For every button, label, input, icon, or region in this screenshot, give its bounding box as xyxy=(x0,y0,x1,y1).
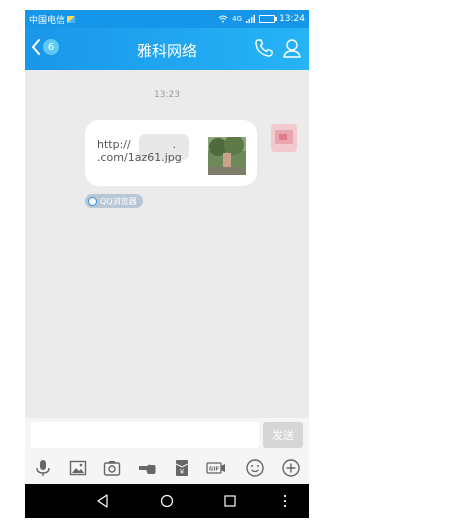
menu-dots-icon[interactable] xyxy=(277,493,293,509)
message-timestamp: 13:23 xyxy=(154,90,180,100)
input-area: 发送 xyxy=(25,418,309,452)
red-packet-icon[interactable]: ¥ xyxy=(172,458,192,478)
signal-label: 4G xyxy=(232,15,243,23)
source-app-label: QQ浏览器 xyxy=(100,196,137,206)
camera-icon[interactable] xyxy=(102,458,122,478)
phone-icon[interactable] xyxy=(253,37,275,59)
gif-icon[interactable]: GIF xyxy=(206,458,226,478)
home-circle-icon[interactable] xyxy=(159,493,175,509)
battery-icon xyxy=(259,15,278,23)
message-link-text[interactable]: http:// . .com/1az61.jpg xyxy=(97,138,182,164)
image-icon[interactable] xyxy=(68,458,88,478)
notification-icon xyxy=(67,15,76,23)
poke-icon[interactable] xyxy=(137,458,157,478)
status-bar: 中国电信 4G 13:24 xyxy=(25,10,309,28)
source-app-tag[interactable]: QQ浏览器 xyxy=(85,194,143,208)
signal-icon xyxy=(246,15,256,23)
carrier-label: 中国电信 xyxy=(29,15,66,26)
profile-icon[interactable] xyxy=(281,37,303,59)
message-bubble[interactable]: http:// . .com/1az61.jpg xyxy=(85,120,257,186)
back-triangle-icon[interactable] xyxy=(95,493,111,509)
svg-text:GIF: GIF xyxy=(209,467,220,473)
emoji-icon[interactable] xyxy=(245,458,265,478)
system-nav-bar xyxy=(25,484,309,518)
wifi-icon xyxy=(218,15,228,23)
recents-square-icon[interactable] xyxy=(222,493,238,509)
chat-toolbar: ¥ GIF xyxy=(25,452,309,484)
chat-header: 6 雅科网络 xyxy=(25,28,309,70)
microphone-icon[interactable] xyxy=(33,458,53,478)
plus-icon[interactable] xyxy=(281,458,301,478)
svg-text:¥: ¥ xyxy=(180,468,185,476)
qq-browser-icon xyxy=(88,196,97,206)
message-input[interactable] xyxy=(31,422,259,448)
send-button[interactable]: 发送 xyxy=(263,422,303,448)
phone-screen: 中国电信 4G 13:24 6 雅科网络 13:23 http:// . .co… xyxy=(25,10,309,518)
avatar[interactable] xyxy=(269,118,299,156)
link-preview-thumbnail xyxy=(208,137,246,175)
status-time: 13:24 xyxy=(279,14,305,24)
